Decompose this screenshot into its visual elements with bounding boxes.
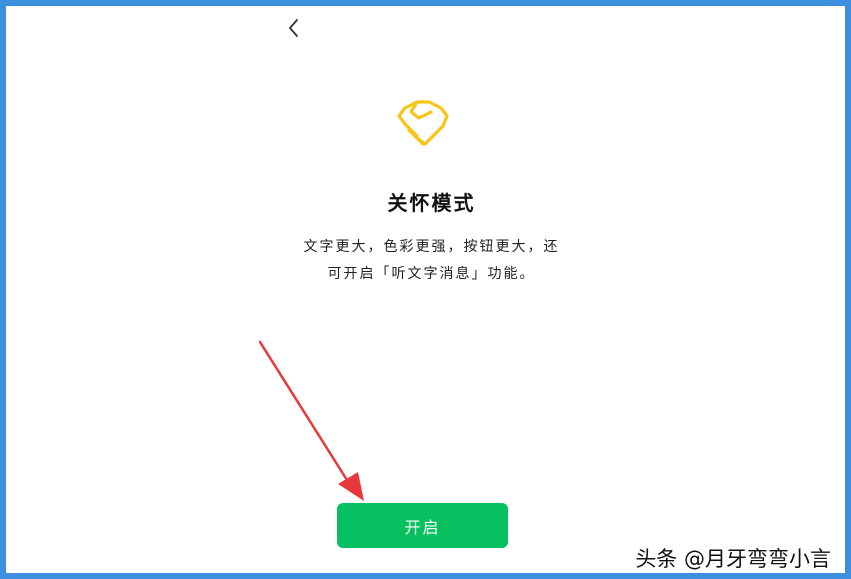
back-button[interactable] [282, 16, 304, 40]
description-line-2: 可开启「听文字消息」功能。 [327, 266, 536, 282]
app-window: 关怀模式 文字更大，色彩更强，按钮更大，还 可开启「听文字消息」功能。 开启 头… [0, 0, 851, 579]
description-line-1: 文字更大，色彩更强，按钮更大，还 [303, 239, 560, 255]
enable-button[interactable]: 开启 [337, 503, 508, 548]
heart-hand-icon [397, 100, 449, 146]
red-arrow-annotation [258, 340, 364, 501]
watermark-text: 头条 @月牙弯弯小言 [635, 547, 831, 571]
page-title: 关怀模式 [387, 191, 476, 215]
chevron-left-icon [289, 19, 298, 37]
description: 文字更大，色彩更强，按钮更大，还 可开启「听文字消息」功能。 [6, 234, 851, 288]
